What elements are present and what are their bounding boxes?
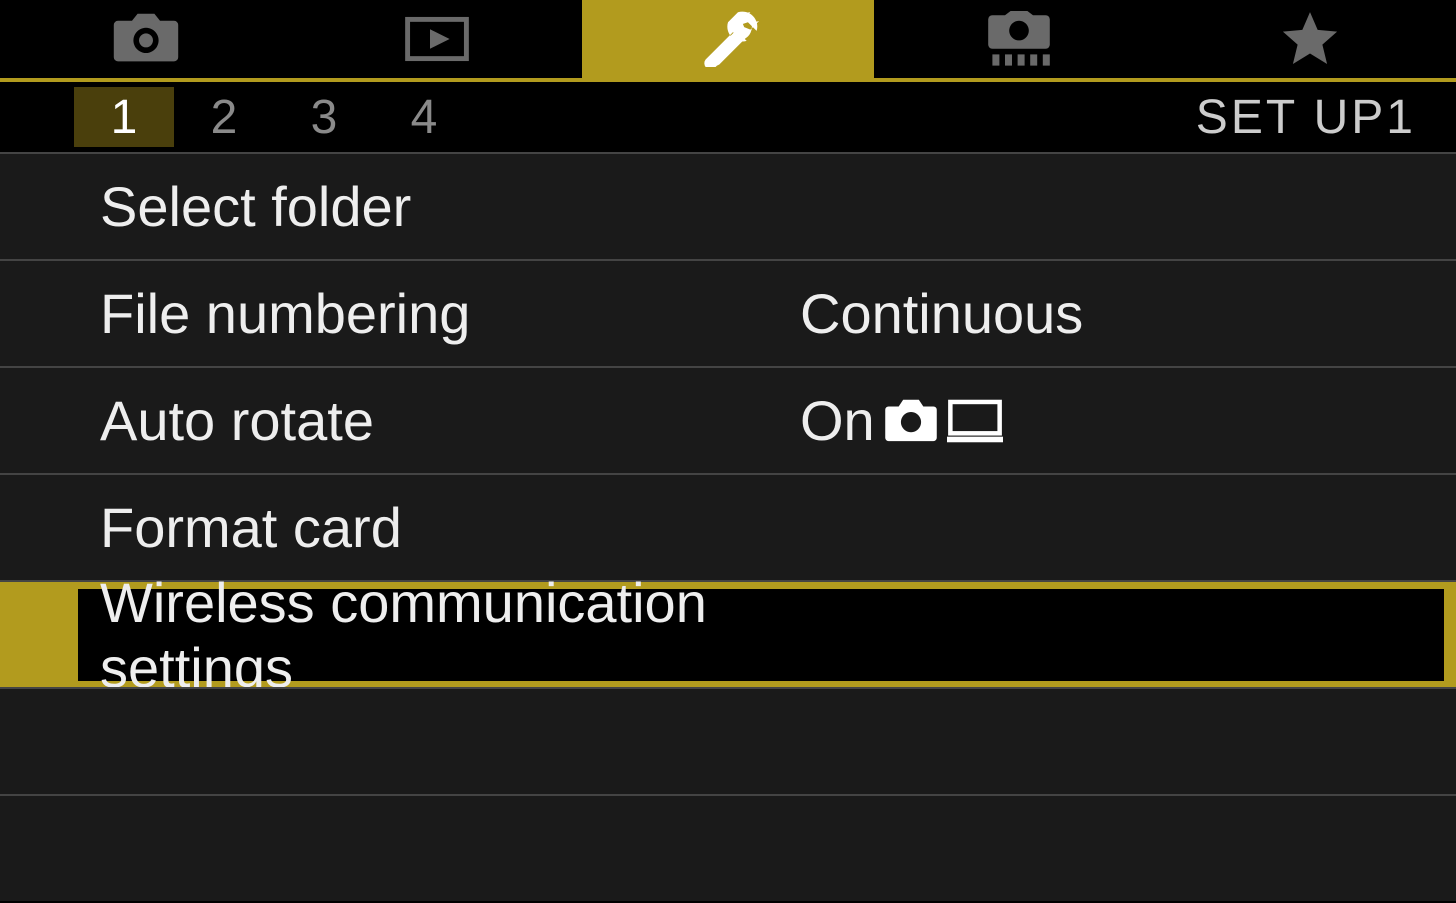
wrench-icon [693, 11, 763, 67]
menu-item-auto-rotate[interactable]: Auto rotate On [0, 366, 1456, 473]
page-sub-bar: 1 2 3 4 SET UP1 [0, 82, 1456, 152]
page-tabs: 1 2 3 4 [74, 87, 474, 147]
tab-custom[interactable] [874, 0, 1165, 78]
tab-favorite[interactable] [1165, 0, 1456, 78]
menu-item-label: Wireless communication settings [100, 570, 800, 700]
star-icon [1275, 11, 1345, 67]
page-title: SET UP1 [1196, 90, 1416, 145]
menu-item-selected-inner: Wireless communication settings [78, 589, 1444, 681]
menu-item-value: Continuous [800, 281, 1083, 346]
menu-item-format-card[interactable]: Format card [0, 473, 1456, 580]
menu-list: Select folder File numbering Continuous … [0, 152, 1456, 901]
playback-icon [402, 11, 472, 67]
tab-setup[interactable] [582, 0, 873, 78]
page-tab-1[interactable]: 1 [74, 87, 174, 147]
menu-item-empty [0, 687, 1456, 794]
menu-item-value: On [800, 388, 1003, 453]
menu-item-label: Format card [100, 495, 800, 560]
custom-functions-icon [984, 11, 1054, 67]
page-tab-4[interactable]: 4 [374, 87, 474, 147]
menu-item-wireless-settings[interactable]: Wireless communication settings [0, 580, 1456, 687]
menu-item-empty [0, 794, 1456, 901]
menu-item-label: Auto rotate [100, 388, 800, 453]
tab-playback[interactable] [291, 0, 582, 78]
camera-icon [883, 397, 939, 445]
top-tab-bar [0, 0, 1456, 82]
menu-item-select-folder[interactable]: Select folder [0, 152, 1456, 259]
menu-item-file-numbering[interactable]: File numbering Continuous [0, 259, 1456, 366]
page-tab-3[interactable]: 3 [274, 87, 374, 147]
menu-item-label: File numbering [100, 281, 800, 346]
camera-icon [111, 11, 181, 67]
menu-item-label: Select folder [100, 174, 800, 239]
page-tab-2[interactable]: 2 [174, 87, 274, 147]
computer-icon [947, 397, 1003, 445]
tab-camera[interactable] [0, 0, 291, 78]
menu-item-value-text: On [800, 388, 875, 453]
